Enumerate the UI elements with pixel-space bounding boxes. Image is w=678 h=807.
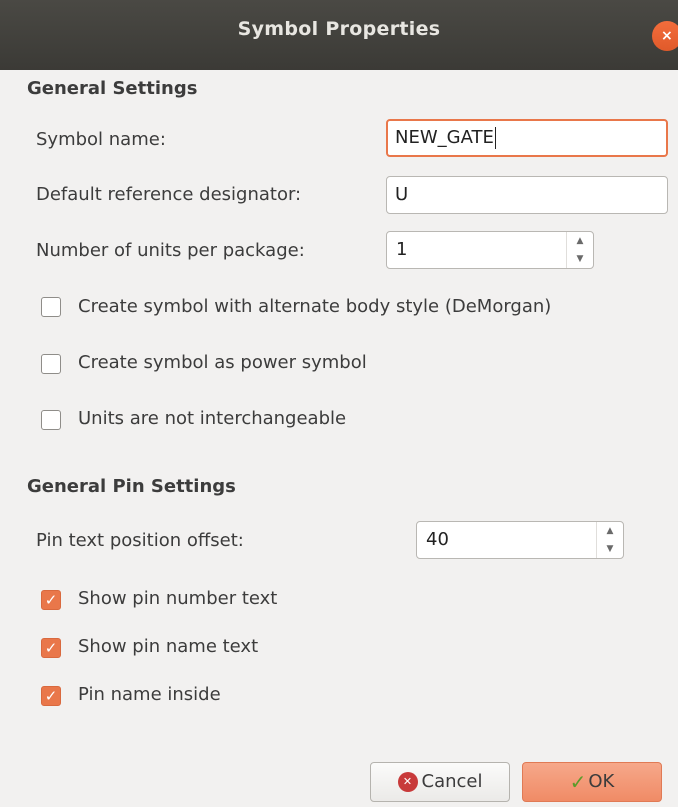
symbol-name-input[interactable]: NEW_GATE	[386, 119, 668, 157]
window-title: Symbol Properties	[237, 18, 441, 40]
demorgan-checkbox[interactable]	[41, 297, 61, 317]
symbol-name-label: Symbol name:	[36, 129, 166, 150]
pin-offset-spinner[interactable]: 40 ▲ ▼	[416, 521, 624, 559]
symbol-name-value: NEW_GATE	[395, 127, 494, 148]
text-caret	[494, 127, 496, 149]
close-icon[interactable]: ×	[652, 21, 678, 51]
cancel-button-label: Cancel	[421, 771, 483, 792]
ok-button[interactable]: ✓ OK	[522, 762, 662, 802]
reference-designator-value: U	[395, 184, 409, 205]
units-per-package-spinner[interactable]: 1 ▲ ▼	[386, 231, 594, 269]
spin-down-icon[interactable]: ▼	[567, 250, 593, 268]
pin-name-inside-label: Pin name inside	[78, 684, 221, 705]
pin-offset-spin-buttons: ▲ ▼	[596, 522, 623, 558]
demorgan-label: Create symbol with alternate body style …	[78, 296, 552, 317]
not-interchangeable-label: Units are not interchangeable	[78, 408, 347, 429]
reference-designator-label: Default reference designator:	[36, 184, 302, 205]
units-per-package-label: Number of units per package:	[36, 240, 305, 261]
pin-name-inside-checkbox[interactable]: ✓	[41, 686, 61, 706]
spin-up-icon[interactable]: ▲	[567, 232, 593, 250]
show-pin-number-label: Show pin number text	[78, 588, 278, 609]
pin-offset-label: Pin text position offset:	[36, 530, 244, 551]
pin-settings-heading: General Pin Settings	[27, 476, 236, 497]
general-settings-heading: General Settings	[27, 78, 198, 99]
reference-designator-input[interactable]: U	[386, 176, 668, 214]
show-pin-number-checkbox[interactable]: ✓	[41, 590, 61, 610]
power-symbol-label: Create symbol as power symbol	[78, 352, 367, 373]
units-spin-buttons: ▲ ▼	[566, 232, 593, 268]
show-pin-name-checkbox[interactable]: ✓	[41, 638, 61, 658]
show-pin-name-label: Show pin name text	[78, 636, 259, 657]
cancel-icon: ✕	[397, 772, 418, 792]
spin-down-icon[interactable]: ▼	[597, 540, 623, 558]
power-symbol-checkbox[interactable]	[41, 354, 61, 374]
checkmark-icon: ✓	[569, 770, 587, 794]
ok-button-label: OK	[588, 771, 615, 792]
cancel-button[interactable]: ✕ Cancel	[370, 762, 510, 802]
title-bar: Symbol Properties ×	[0, 0, 678, 70]
pin-offset-value: 40	[426, 529, 449, 550]
units-per-package-value: 1	[396, 239, 408, 260]
not-interchangeable-checkbox[interactable]	[41, 410, 61, 430]
spin-up-icon[interactable]: ▲	[597, 522, 623, 540]
